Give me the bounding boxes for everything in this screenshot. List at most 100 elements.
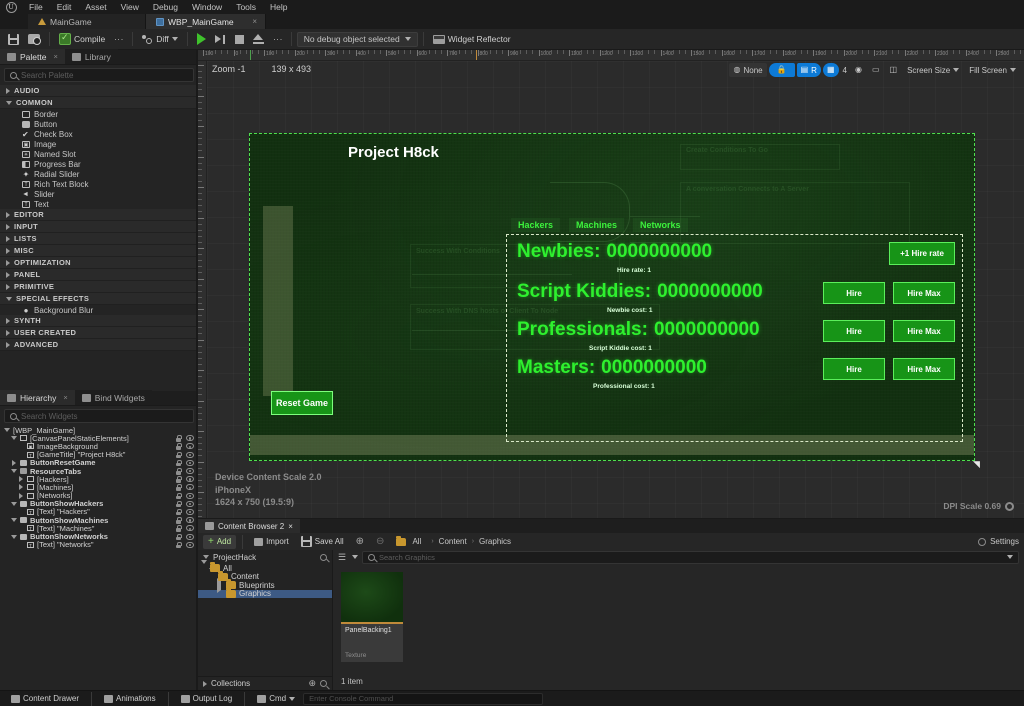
lock-icon[interactable] (175, 500, 182, 508)
palette-category-synth[interactable]: SYNTH (0, 315, 198, 327)
breadcrumb-content[interactable]: Content (436, 537, 470, 546)
vertical-ruler[interactable] (198, 61, 207, 518)
chevron-down-icon[interactable] (10, 436, 17, 441)
lock-icon[interactable] (175, 451, 182, 459)
palette-category-panel[interactable]: PANEL (0, 269, 198, 281)
resize-handle-icon[interactable]: ◥ (973, 460, 982, 469)
lock-icon[interactable] (175, 443, 182, 450)
menu-edit[interactable]: Edit (50, 0, 79, 14)
close-icon-cb[interactable]: × (288, 522, 293, 531)
tab-library[interactable]: Library (64, 49, 118, 64)
palette-item-border[interactable]: Border (0, 109, 198, 119)
chevron-right-icon[interactable] (17, 484, 24, 491)
palette-category-user-created[interactable]: USER CREATED (0, 327, 198, 339)
menu-tools[interactable]: Tools (229, 0, 263, 14)
palette-item-radial-slider[interactable]: ✦ Radial Slider (0, 169, 198, 179)
lock-icon[interactable] (175, 459, 182, 467)
tab-hackers[interactable]: Hackers (511, 218, 561, 232)
grid-size-value[interactable]: 4 (841, 63, 849, 77)
menu-view[interactable]: View (114, 0, 146, 14)
chevron-down-icon[interactable] (10, 518, 17, 523)
animations-button[interactable]: Animations (98, 692, 162, 705)
lock-icon[interactable] (175, 541, 182, 549)
menu-help[interactable]: Help (263, 0, 294, 14)
close-icon[interactable]: × (252, 17, 257, 26)
button-hire-max-professionals[interactable]: Hire Max (893, 320, 955, 342)
menu-asset[interactable]: Asset (78, 0, 113, 14)
skip-button[interactable] (211, 30, 230, 49)
folder-tree-row[interactable]: Content (198, 568, 332, 582)
palette-category-lists[interactable]: LISTS (0, 233, 198, 245)
output-log-button[interactable]: Output Log (175, 692, 239, 705)
chevron-right-icon[interactable] (217, 577, 223, 593)
save-all-button[interactable]: Save All (296, 535, 349, 549)
screenshot-button[interactable]: ▭ (868, 63, 884, 77)
chevron-down-icon[interactable] (10, 501, 17, 506)
close-icon-palette[interactable]: × (53, 52, 57, 61)
chevron-down-icon-7[interactable] (352, 555, 358, 559)
eye-icon[interactable] (186, 443, 194, 450)
hierarchy-row[interactable]: ButtonShowMachines (0, 516, 198, 525)
browse-button[interactable] (24, 30, 44, 49)
button-hire-professionals[interactable]: Hire (823, 320, 885, 342)
palette-item-named-slot[interactable]: ✳ Named Slot (0, 149, 198, 159)
eye-icon[interactable] (186, 435, 194, 442)
eye-icon[interactable] (186, 541, 194, 548)
tab-palette[interactable]: Palette × (0, 49, 65, 64)
search-widgets-input[interactable] (21, 411, 188, 421)
hierarchy-row[interactable]: [Hackers] (0, 475, 198, 484)
lock-icon[interactable] (175, 484, 182, 491)
debug-object-dropdown[interactable]: No debug object selected (296, 31, 418, 47)
console-command-input[interactable] (309, 694, 538, 703)
button-hire-max-masters[interactable]: Hire Max (893, 358, 955, 380)
collections-bar[interactable]: Collections ⊕ (198, 676, 332, 690)
breadcrumb-all[interactable]: All (391, 535, 429, 549)
horizontal-ruler[interactable]: 1000100200300400500600700800900100011001… (198, 50, 1024, 61)
chevron-right-icon[interactable] (17, 476, 24, 483)
hierarchy-row[interactable]: ButtonShowHackers (0, 499, 198, 508)
menu-debug[interactable]: Debug (146, 0, 185, 14)
chevron-down-icon[interactable] (10, 534, 17, 539)
lock-icon[interactable] (175, 476, 182, 483)
stop-button[interactable] (231, 30, 248, 49)
close-icon-hierarchy[interactable]: × (63, 393, 67, 402)
hierarchy-row[interactable]: [CanvasPanelStaticElements] (0, 434, 198, 443)
palette-item-image[interactable]: ▣ Image (0, 139, 198, 149)
mirror-toggle-button[interactable]: ◫ (886, 63, 902, 77)
grid-toggle-button[interactable]: ▦ (822, 63, 839, 77)
palette-search-box[interactable] (4, 68, 194, 82)
eye-icon[interactable] (186, 525, 194, 532)
chevron-down-icon[interactable] (209, 568, 215, 582)
menu-file[interactable]: File (22, 0, 50, 14)
tab-bind-widgets[interactable]: Bind Widgets (74, 390, 152, 405)
filter-icon[interactable]: ☰ (338, 552, 348, 562)
chevron-right-icon[interactable] (17, 492, 24, 499)
eye-icon[interactable] (186, 508, 194, 515)
gear-icon[interactable] (1005, 501, 1014, 511)
eye-icon[interactable] (186, 517, 194, 524)
unreal-logo[interactable]: U (0, 0, 22, 14)
add-button[interactable]: + Add (203, 534, 237, 549)
compile-button[interactable]: Compile (55, 30, 109, 49)
history-back-button[interactable]: ⊕ (351, 535, 369, 549)
chevron-down-icon-8[interactable] (1007, 555, 1013, 559)
search-icon-4[interactable] (320, 680, 327, 687)
palette-category-optimization[interactable]: OPTIMIZATION (0, 257, 198, 269)
diff-button[interactable]: Diff (138, 30, 182, 49)
search-palette-input[interactable] (21, 70, 188, 80)
button-hire-script-kiddies[interactable]: Hire (823, 282, 885, 304)
lock-icon[interactable] (175, 468, 182, 475)
asset-tab-wbp-maingame[interactable]: WBP_MainGame × (146, 14, 266, 29)
eye-icon[interactable] (186, 484, 194, 491)
save-button[interactable] (4, 30, 23, 49)
palette-item-text[interactable]: T Text (0, 199, 198, 209)
hierarchy-row[interactable]: [Machines] (0, 483, 198, 492)
asset-search-box[interactable] (362, 550, 1019, 564)
eject-button[interactable] (249, 30, 268, 49)
palette-item-progress-bar[interactable]: Progress Bar (0, 159, 198, 169)
tab-hierarchy[interactable]: Hierarchy × (0, 390, 75, 405)
hierarchy-search-box[interactable] (4, 409, 194, 423)
lock-toggle-button[interactable]: 🔒 (768, 63, 795, 77)
eye-icon[interactable] (186, 459, 194, 466)
screen-size-dropdown[interactable]: Screen Size (903, 63, 963, 77)
